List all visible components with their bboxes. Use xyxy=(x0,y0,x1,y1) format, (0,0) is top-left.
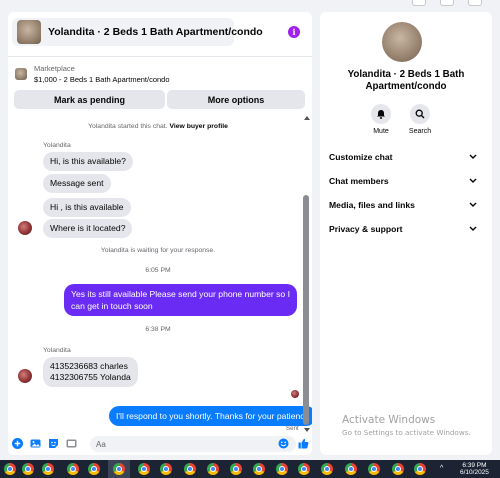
chat-panel: Yolandita · 2 Beds 1 Bath Apartment/cond… xyxy=(8,12,312,455)
plus-circle-icon[interactable] xyxy=(12,438,23,449)
gif-icon[interactable] xyxy=(66,438,77,449)
taskbar-clock[interactable]: 6:39 PM 6/10/2025 xyxy=(460,462,489,476)
top-button[interactable] xyxy=(412,0,426,6)
scrollbar-thumb[interactable] xyxy=(303,195,309,425)
mute-button[interactable]: Mute xyxy=(361,104,401,135)
buyer-avatar xyxy=(18,369,32,383)
buyer-avatar xyxy=(18,221,32,235)
row-label: Chat members xyxy=(329,176,389,186)
chevron-down-icon xyxy=(469,202,477,207)
row-label: Media, files and links xyxy=(329,200,415,210)
message-composer: Aa xyxy=(8,433,312,455)
incoming-message[interactable]: 4135236683 charles 4132306755 Yolanda xyxy=(43,357,138,387)
divider xyxy=(8,56,312,57)
outgoing-message[interactable]: I'll respond to you shortly. Thanks for … xyxy=(109,406,312,426)
chrome-icon[interactable] xyxy=(298,463,310,475)
chevron-down-icon xyxy=(469,226,477,231)
privacy-support-row[interactable]: Privacy & support xyxy=(329,224,477,234)
watermark-subtitle: Go to Settings to activate Windows. xyxy=(342,428,471,437)
sender-name: Yolandita xyxy=(43,142,71,149)
timestamp: 6:38 PM xyxy=(145,326,171,333)
message-thread[interactable]: Yolandita started this chat. View buyer … xyxy=(8,115,312,433)
media-files-links-row[interactable]: Media, files and links xyxy=(329,200,477,210)
chat-members-row[interactable]: Chat members xyxy=(329,176,477,186)
top-button[interactable] xyxy=(468,0,482,6)
info-title: Yolandita · 2 Beds 1 Bath Apartment/cond… xyxy=(347,69,465,92)
chrome-icon[interactable] xyxy=(160,463,172,475)
chrome-icon[interactable] xyxy=(368,463,380,475)
sent-status: Sent xyxy=(286,425,299,432)
windows-taskbar: ^ 6:39 PM 6/10/2025 xyxy=(0,460,500,478)
scroll-down-arrow[interactable] xyxy=(304,428,310,432)
chrome-icon[interactable] xyxy=(113,463,125,475)
sticker-icon[interactable] xyxy=(48,438,59,449)
view-buyer-profile-link[interactable]: View buyer profile xyxy=(169,123,227,130)
marketplace-label: Marketplace xyxy=(34,64,75,73)
marketplace-listing-row[interactable]: Marketplace $1,000 - 2 Beds 1 Bath Apart… xyxy=(15,64,170,84)
phone-line: 4135236683 charles xyxy=(50,361,128,371)
top-button[interactable] xyxy=(440,0,454,6)
row-label: Privacy & support xyxy=(329,224,403,234)
chrome-icon[interactable] xyxy=(207,463,219,475)
waiting-notice: Yolandita is waiting for your response. xyxy=(100,247,216,254)
info-icon[interactable]: i xyxy=(288,26,300,38)
chat-title-button[interactable]: Yolandita · 2 Beds 1 Bath Apartment/cond… xyxy=(12,18,263,46)
chrome-icon[interactable] xyxy=(345,463,357,475)
chevron-down-icon xyxy=(469,178,477,183)
conversation-info-panel: Yolandita · 2 Beds 1 Bath Apartment/cond… xyxy=(320,12,492,455)
emoji-icon[interactable] xyxy=(278,438,289,449)
search-label: Search xyxy=(408,128,432,135)
message-input[interactable]: Aa xyxy=(90,436,296,452)
listing-mini-thumbnail xyxy=(15,68,27,80)
chrome-icon[interactable] xyxy=(42,463,54,475)
chrome-icon[interactable] xyxy=(4,463,16,475)
chat-header: Yolandita · 2 Beds 1 Bath Apartment/cond… xyxy=(8,12,312,50)
chrome-icon[interactable] xyxy=(253,463,265,475)
incoming-message[interactable]: Hi, is this available? xyxy=(43,152,133,171)
chrome-icon[interactable] xyxy=(184,463,196,475)
search-button[interactable]: Search xyxy=(400,104,440,135)
message-input-placeholder: Aa xyxy=(96,439,106,449)
chrome-icon[interactable] xyxy=(67,463,79,475)
incoming-message[interactable]: Message sent xyxy=(43,174,111,193)
row-label: Customize chat xyxy=(329,152,393,162)
chrome-icon[interactable] xyxy=(138,463,150,475)
listing-avatar xyxy=(382,22,422,62)
incoming-message[interactable]: Hi , is this available xyxy=(43,198,131,217)
seen-avatar xyxy=(291,390,299,398)
watermark-title: Activate Windows xyxy=(342,414,436,426)
listing-thumbnail xyxy=(17,20,41,44)
sender-name: Yolandita xyxy=(43,347,71,354)
chrome-icon[interactable] xyxy=(321,463,333,475)
browser-top-strip xyxy=(0,0,500,12)
scroll-up-arrow[interactable] xyxy=(304,116,310,120)
bell-icon xyxy=(371,104,391,124)
search-icon xyxy=(410,104,430,124)
incoming-message[interactable]: Where is it located? xyxy=(43,219,133,238)
clock-time: 6:39 PM xyxy=(462,462,487,469)
chrome-icon[interactable] xyxy=(276,463,288,475)
phone-line: 4132306755 Yolanda xyxy=(50,372,131,382)
tray-overflow-icon[interactable]: ^ xyxy=(440,465,443,472)
more-options-button[interactable]: More options xyxy=(167,90,305,109)
customize-chat-row[interactable]: Customize chat xyxy=(329,152,477,162)
mark-as-pending-button[interactable]: Mark as pending xyxy=(14,90,165,109)
outgoing-message[interactable]: Yes its still available Please send your… xyxy=(64,284,297,316)
chevron-down-icon xyxy=(469,154,477,159)
listing-price-detail: $1,000 - 2 Beds 1 Bath Apartment/condo xyxy=(34,75,170,84)
chat-started-notice: Yolandita started this chat. View buyer … xyxy=(88,123,228,130)
chrome-icon[interactable] xyxy=(414,463,426,475)
activate-windows-watermark: Activate Windows Go to Settings to activ… xyxy=(342,414,471,437)
clock-date: 6/10/2025 xyxy=(460,469,489,476)
chrome-icon[interactable] xyxy=(88,463,100,475)
chrome-icon[interactable] xyxy=(230,463,242,475)
mute-label: Mute xyxy=(373,128,389,135)
timestamp: 6:05 PM xyxy=(145,267,171,274)
chrome-icon[interactable] xyxy=(22,463,34,475)
photo-icon[interactable] xyxy=(30,438,41,449)
chat-title: Yolandita · 2 Beds 1 Bath Apartment/cond… xyxy=(48,26,263,38)
chrome-icon[interactable] xyxy=(392,463,404,475)
thumbs-up-icon[interactable] xyxy=(298,438,309,449)
